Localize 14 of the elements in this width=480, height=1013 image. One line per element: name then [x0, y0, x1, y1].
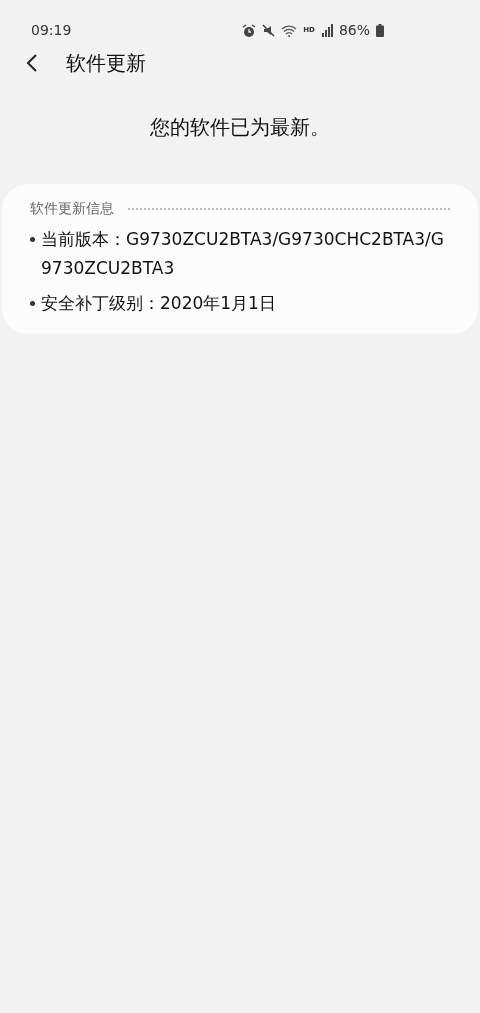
page-title: 软件更新	[66, 50, 146, 77]
signal-icon	[320, 24, 333, 37]
info-text: 安全补丁级别：2020年1月1日	[41, 292, 276, 315]
bullet-icon	[30, 301, 35, 306]
wifi-icon	[281, 24, 298, 37]
battery-icon	[376, 24, 384, 37]
alarm-icon	[242, 23, 257, 38]
battery-percent: 86%	[338, 21, 370, 40]
card-title: 软件更新信息	[30, 199, 114, 218]
status-time: 09:19	[31, 21, 72, 40]
status-message: 您的软件已为最新。	[150, 114, 330, 141]
bullet-icon	[30, 237, 35, 242]
info-text: 当前版本：G9730ZCU2BTA3/G9730CHC2BTA3/G9730ZCU2BTA3	[41, 228, 445, 280]
mute-icon	[262, 24, 276, 37]
